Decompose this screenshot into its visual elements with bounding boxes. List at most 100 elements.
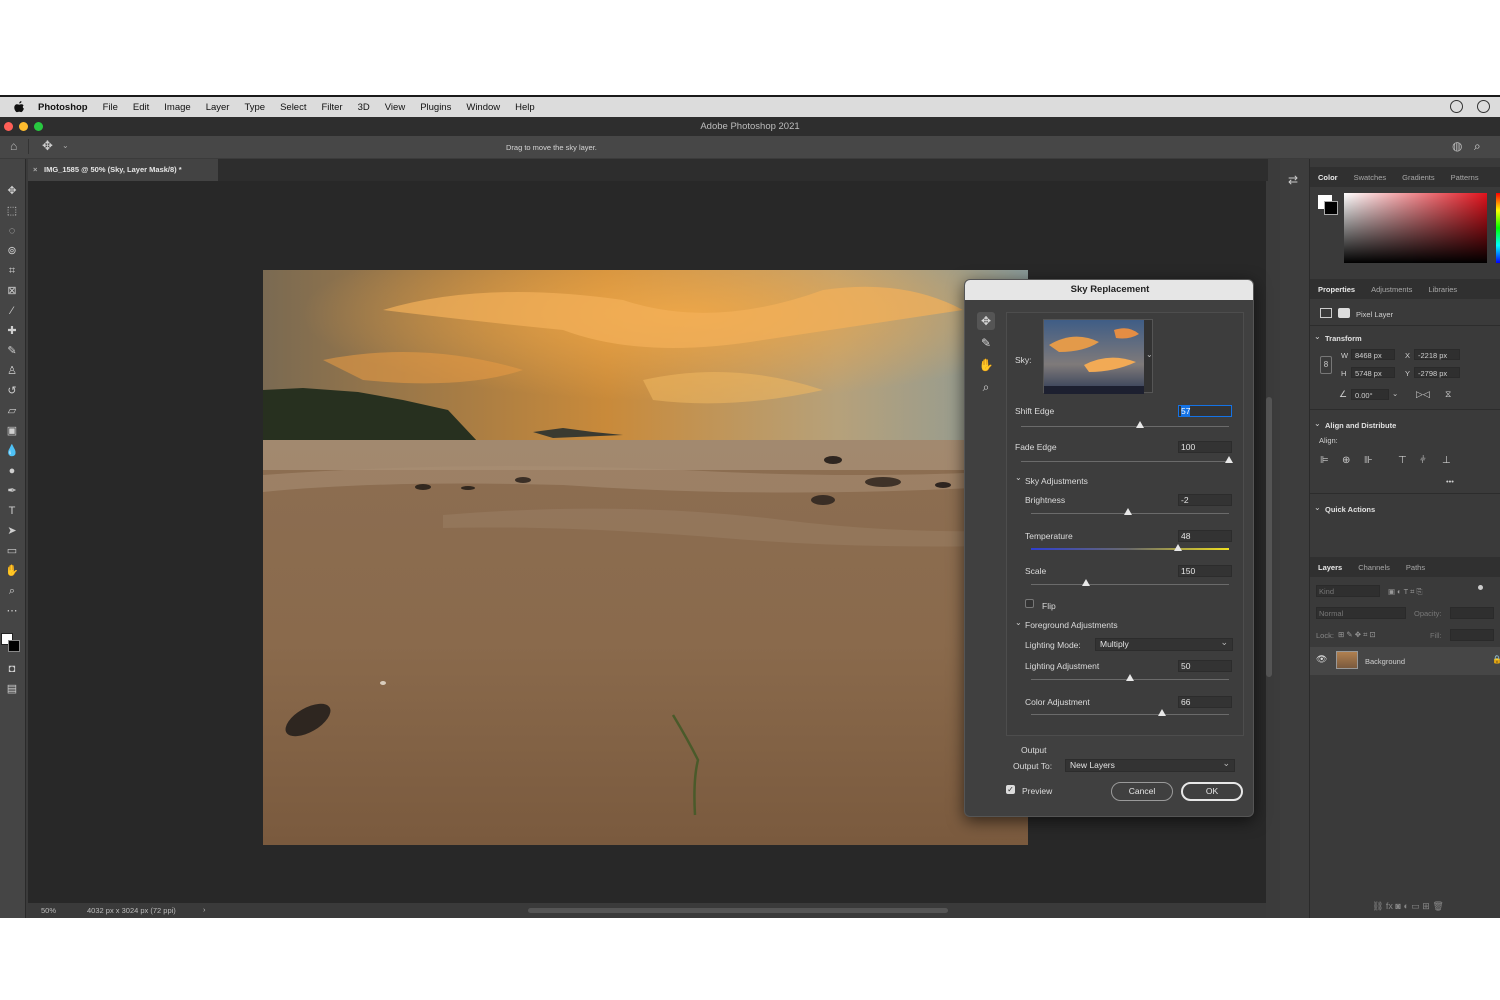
color-adjustment-thumb[interactable]: [1157, 709, 1166, 716]
align-middle-icon[interactable]: ⫩: [1420, 455, 1426, 466]
menu-file[interactable]: File: [103, 102, 118, 113]
crop-tool-icon[interactable]: ⌗: [5, 265, 19, 277]
height-field[interactable]: 5748 px: [1351, 367, 1395, 378]
eraser-tool-icon[interactable]: ▱: [5, 405, 19, 417]
sky-adjustments-section[interactable]: Sky Adjustments: [1025, 476, 1088, 486]
color-adjustment-track[interactable]: [1031, 714, 1229, 715]
menu-help[interactable]: Help: [515, 102, 535, 113]
color-adjustment-value[interactable]: 66: [1178, 696, 1232, 708]
hand-tool-icon[interactable]: ✋: [977, 356, 995, 374]
tab-adjustments[interactable]: Adjustments: [1371, 285, 1412, 294]
document-tab[interactable]: × IMG_1585 @ 50% (Sky, Layer Mask/8) *: [28, 159, 218, 181]
ok-button[interactable]: OK: [1181, 782, 1243, 801]
y-field[interactable]: -2798 px: [1414, 367, 1460, 378]
flip-vertical-icon[interactable]: ⧖: [1445, 389, 1451, 400]
close-tab-icon[interactable]: ×: [33, 159, 37, 181]
tab-swatches[interactable]: Swatches: [1354, 173, 1387, 182]
align-center-icon[interactable]: ⊕: [1342, 455, 1350, 466]
blend-mode-select[interactable]: Normal: [1316, 607, 1406, 619]
pen-tool-icon[interactable]: ✒: [5, 485, 19, 497]
color-picker-field[interactable]: [1344, 193, 1487, 263]
tab-libraries[interactable]: Libraries: [1428, 285, 1457, 294]
cancel-button[interactable]: Cancel: [1111, 782, 1173, 801]
close-window-icon[interactable]: [4, 122, 13, 131]
zoom-tool-icon[interactable]: ⌕: [5, 585, 19, 597]
frame-tool-icon[interactable]: ⊠: [5, 285, 19, 297]
home-icon[interactable]: ⌂: [10, 139, 17, 153]
temperature-thumb[interactable]: [1173, 544, 1182, 551]
eye-visibility-icon[interactable]: 👁: [1316, 654, 1327, 665]
brightness-value[interactable]: -2: [1178, 494, 1232, 506]
align-bottom-icon[interactable]: ⊥: [1442, 455, 1451, 466]
layer-mask-icon[interactable]: [1338, 308, 1350, 318]
layer-filter-field[interactable]: Kind: [1316, 585, 1380, 597]
menu-plugins[interactable]: Plugins: [420, 102, 451, 113]
lighting-mode-select[interactable]: Multiply: [1095, 637, 1233, 651]
quick-selection-tool-icon[interactable]: ⊚: [5, 245, 19, 257]
angle-dropdown-icon[interactable]: ⌄: [1392, 389, 1398, 398]
document-image[interactable]: [263, 270, 1028, 845]
hand-tool-icon[interactable]: ✋: [5, 565, 19, 577]
menu-3d[interactable]: 3D: [358, 102, 370, 113]
move-tool-options-icon[interactable]: ✥: [42, 138, 53, 154]
brightness-thumb[interactable]: [1124, 508, 1133, 515]
rectangle-tool-icon[interactable]: ▭: [5, 545, 19, 557]
fill-field[interactable]: [1450, 629, 1494, 641]
tab-patterns[interactable]: Patterns: [1451, 173, 1479, 182]
chevron-down-icon[interactable]: ⌄: [1015, 473, 1022, 482]
tab-gradients[interactable]: Gradients: [1402, 173, 1435, 182]
screen-mode-icon[interactable]: ▤: [5, 683, 19, 695]
align-right-icon[interactable]: ⊪: [1364, 455, 1373, 466]
minimize-window-icon[interactable]: [19, 122, 28, 131]
chevron-down-icon[interactable]: ⌄: [1314, 419, 1321, 428]
quick-mask-icon[interactable]: ◘: [5, 663, 19, 675]
color-bg-swatch[interactable]: [1324, 201, 1338, 215]
layer-filter-icons[interactable]: ▣ ◐ T ⌗ ⎘: [1388, 587, 1422, 597]
tab-channels[interactable]: Channels: [1358, 563, 1390, 572]
healing-brush-tool-icon[interactable]: ✚: [5, 325, 19, 337]
menu-view[interactable]: View: [385, 102, 405, 113]
chevron-down-icon[interactable]: ⌄: [1314, 503, 1321, 512]
scale-thumb[interactable]: [1082, 579, 1091, 586]
properties-dock-icon[interactable]: ⇄: [1288, 173, 1298, 187]
more-options-icon[interactable]: •••: [1446, 477, 1454, 486]
align-left-icon[interactable]: ⊫: [1320, 455, 1329, 466]
brush-tool-icon[interactable]: ✎: [5, 345, 19, 357]
flip-checkbox[interactable]: [1025, 599, 1034, 608]
search-icon[interactable]: ⌕: [1474, 139, 1481, 154]
lock-icons[interactable]: ⊞ ✎ ✥ ⌗ ⊡: [1338, 630, 1376, 640]
control-center-icon[interactable]: [1477, 100, 1490, 113]
chevron-down-icon[interactable]: ⌄: [62, 141, 69, 150]
flip-horizontal-icon[interactable]: ▷◁: [1416, 389, 1430, 400]
width-field[interactable]: 8468 px: [1351, 349, 1395, 360]
align-top-icon[interactable]: ⊤: [1398, 455, 1407, 466]
eyedropper-tool-icon[interactable]: ⁄: [5, 305, 19, 317]
x-field[interactable]: -2218 px: [1414, 349, 1460, 360]
vertical-scrollbar[interactable]: [1266, 397, 1272, 677]
scale-track[interactable]: [1031, 584, 1229, 585]
background-color-swatch[interactable]: [8, 640, 20, 652]
preview-checkbox[interactable]: ✓: [1006, 785, 1015, 794]
fade-edge-track[interactable]: [1021, 461, 1229, 462]
zoom-tool-icon[interactable]: ⌕: [977, 378, 995, 396]
align-section-title[interactable]: Align and Distribute: [1325, 421, 1396, 430]
menu-edit[interactable]: Edit: [133, 102, 149, 113]
tab-paths[interactable]: Paths: [1406, 563, 1425, 572]
tab-color[interactable]: Color: [1318, 173, 1338, 182]
angle-field[interactable]: 0.00°: [1351, 389, 1389, 400]
type-tool-icon[interactable]: T: [5, 505, 19, 517]
shift-edge-thumb[interactable]: [1135, 421, 1144, 428]
menu-window[interactable]: Window: [466, 102, 500, 113]
chevron-down-icon[interactable]: ⌄: [1314, 332, 1321, 341]
shift-edge-track[interactable]: [1021, 426, 1229, 427]
sky-brush-tool-icon[interactable]: ✎: [977, 334, 995, 352]
temperature-track[interactable]: [1031, 548, 1229, 550]
lighting-adjustment-thumb[interactable]: [1126, 674, 1134, 681]
blur-tool-icon[interactable]: 💧: [5, 445, 19, 457]
zoom-window-icon[interactable]: [34, 122, 43, 131]
marquee-tool-icon[interactable]: ⬚: [5, 205, 19, 217]
document-info[interactable]: 4032 px x 3024 px (72 ppi): [87, 906, 176, 915]
link-icon[interactable]: 8: [1320, 356, 1332, 374]
horizontal-scrollbar[interactable]: [528, 908, 948, 913]
move-tool-icon[interactable]: ✥: [5, 185, 19, 197]
